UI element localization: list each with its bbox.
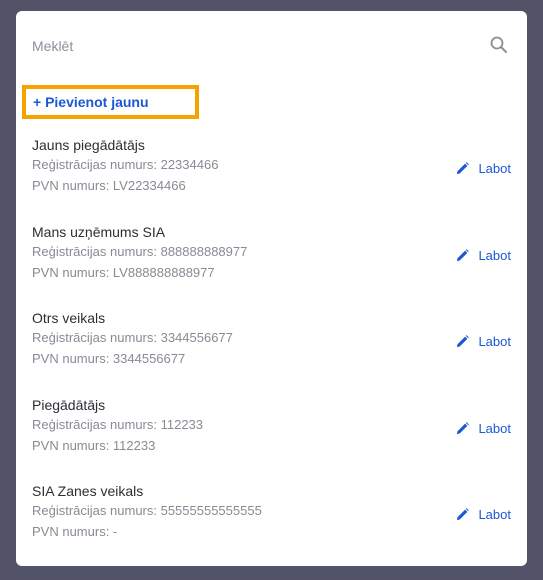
edit-button[interactable]: Labot xyxy=(456,248,511,263)
pencil-icon xyxy=(457,421,470,434)
supplier-panel: + Pievienot jaunu Jauns piegādātājs Reģi… xyxy=(16,11,527,566)
edit-button[interactable]: Labot xyxy=(456,161,511,176)
vat-number: PVN numurs: 3344556677 xyxy=(32,351,186,366)
registration-number: Reģistrācijas numurs: 3344556677 xyxy=(32,330,233,345)
supplier-name: Jauns piegādātājs xyxy=(32,137,145,153)
supplier-name: SIA Zanes veikals xyxy=(32,483,144,499)
edit-button[interactable]: Labot xyxy=(456,421,511,436)
supplier-name: Piegādātājs xyxy=(32,396,106,413)
registration-number: Reģistrācijas numurs: 22334466 xyxy=(32,157,219,172)
edit-label: Labot xyxy=(478,507,511,522)
list-item: Mans uzņēmums SIA Reģistrācijas numurs: … xyxy=(16,222,527,309)
list-item: Otrs veikals Reģistrācijas numurs: 33445… xyxy=(16,308,527,395)
pencil-icon xyxy=(457,248,470,261)
supplier-name: Otrs veikals xyxy=(32,310,106,326)
pencil-icon xyxy=(457,508,470,521)
vat-number: PVN numurs: LV22334466 xyxy=(32,178,186,193)
supplier-list: Jauns piegādātājs Reģistrācijas numurs: … xyxy=(16,135,527,568)
add-new-button[interactable]: + Pievienot jaunu xyxy=(22,85,199,119)
edit-label: Labot xyxy=(478,420,511,436)
registration-number: Reģistrācijas numurs: 888888888977 xyxy=(32,243,248,259)
registration-number: Reģistrācijas numurs: 112233 xyxy=(32,416,204,432)
search-input[interactable] xyxy=(32,33,472,59)
edit-label: Labot xyxy=(478,161,511,176)
edit-label: Labot xyxy=(478,247,511,263)
vat-number: PVN numurs: 112233 xyxy=(32,437,156,453)
list-item: SIA Zanes veikals Reģistrācijas numurs: … xyxy=(16,481,527,568)
list-item: Piegādātājs Reģistrācijas numurs: 112233… xyxy=(16,395,527,482)
edit-button[interactable]: Labot xyxy=(456,507,511,522)
vat-number: PVN numurs: LV888888888977 xyxy=(32,264,215,280)
registration-number: Reģistrācijas numurs: 55555555555555 xyxy=(32,503,262,518)
supplier-name: Mans uzņēmums SIA xyxy=(32,223,166,240)
edit-button[interactable]: Labot xyxy=(456,334,511,349)
search-bar xyxy=(32,33,511,59)
vat-number: PVN numurs: - xyxy=(32,524,118,539)
search-icon[interactable] xyxy=(489,35,509,55)
pencil-icon xyxy=(457,162,470,175)
list-item: Jauns piegādātājs Reģistrācijas numurs: … xyxy=(16,135,527,222)
edit-label: Labot xyxy=(478,334,511,349)
pencil-icon xyxy=(457,335,470,348)
